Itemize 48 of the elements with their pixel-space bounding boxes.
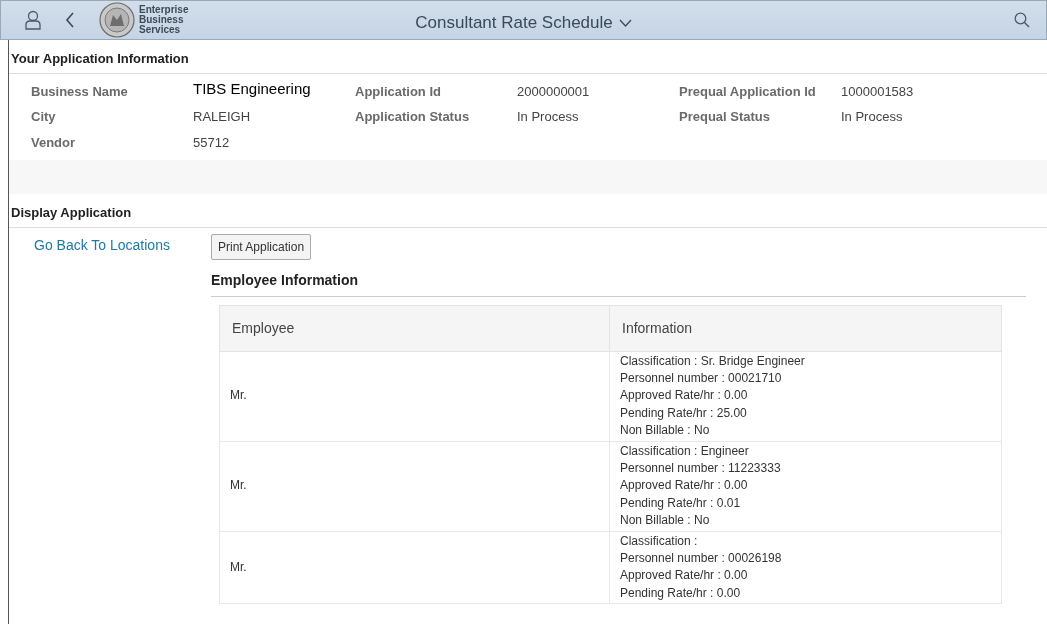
- field-label: Prequal Status: [679, 108, 772, 126]
- info-line: Pending Rate/hr : 25.00: [620, 404, 748, 422]
- field-value: In Process: [841, 108, 904, 126]
- info-line: Personnel number : 00021710: [620, 369, 783, 387]
- title-menu-button[interactable]: Consultant Rate Schedule: [415, 10, 632, 36]
- info-line: Approved Rate/hr : 0.00: [620, 477, 749, 495]
- field-value: RALEIGH: [193, 108, 252, 126]
- user-icon: [25, 10, 41, 30]
- print-button[interactable]: Print Application: [211, 233, 312, 260]
- table-cell: Mr.: [219, 531, 610, 604]
- user-button[interactable]: [25, 10, 41, 30]
- info-line: Classification : Sr. Bridge Engineer: [620, 352, 806, 370]
- section-title: Employee Information: [211, 259, 1026, 297]
- info-line: Pending Rate/hr : 0.00: [620, 584, 742, 602]
- chevron-down-icon: [618, 18, 632, 27]
- section-title: Your Application Information: [11, 50, 189, 68]
- field-label: Vendor: [31, 133, 77, 152]
- field-value: 2000000001: [517, 82, 591, 101]
- field-label: Application Id: [355, 82, 442, 101]
- info-line: Non Billable : No: [620, 512, 711, 530]
- field-value: In Process: [517, 108, 580, 126]
- search-button[interactable]: [1014, 12, 1030, 28]
- info-line: Classification :: [620, 532, 699, 550]
- back-button[interactable]: [65, 12, 75, 28]
- column-header: Information: [609, 305, 1002, 351]
- info-line: Non Billable : No: [620, 422, 711, 440]
- column-header: Employee: [219, 305, 610, 351]
- search-icon: [1014, 12, 1030, 28]
- back-link[interactable]: Go Back To Locations: [9, 227, 211, 256]
- info-line: Approved Rate/hr : 0.00: [620, 567, 749, 585]
- info-line: Pending Rate/hr : 0.01: [620, 494, 742, 512]
- field-label: City: [31, 108, 57, 126]
- info-line: Personnel number : 11223333: [620, 459, 782, 477]
- field-label: Business Name: [31, 82, 129, 101]
- field-label: Application Status: [355, 108, 471, 126]
- seal-icon: [99, 2, 135, 38]
- info-line: Approved Rate/hr : 0.00: [620, 387, 749, 405]
- section-title: Display Application: [11, 204, 132, 222]
- info-line: Classification : Engineer: [620, 442, 750, 460]
- field-value: TIBS Engineering: [193, 78, 312, 99]
- back-icon: [65, 12, 75, 28]
- field-label: Prequal Application Id: [679, 82, 817, 101]
- field-value: 55712: [193, 133, 231, 152]
- field-value: 1000001583: [841, 82, 915, 101]
- table-cell: Mr.: [219, 351, 610, 442]
- table-cell: Mr.: [219, 441, 610, 532]
- logo-text: Enterprise Business Services: [139, 5, 189, 35]
- info-line: Personnel number : 00026198: [620, 549, 783, 567]
